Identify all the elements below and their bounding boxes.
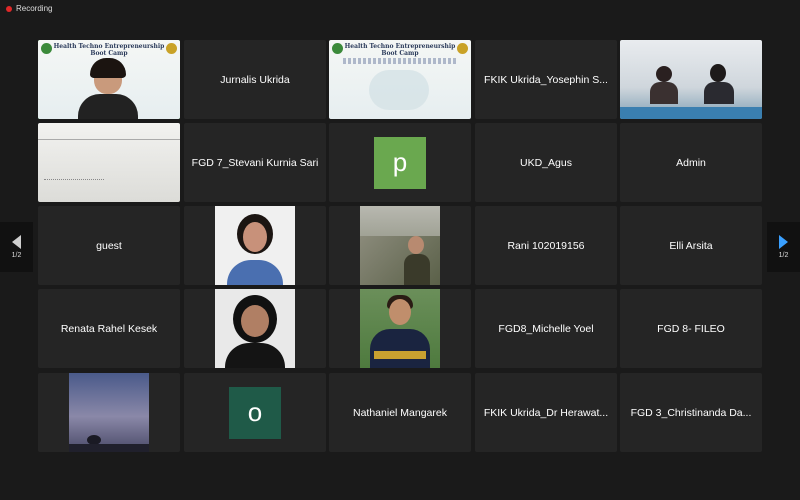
- participant-name: FKIK Ukrida_Dr Herawat...: [483, 406, 609, 419]
- participant-name: Elli Arsita: [669, 239, 713, 252]
- participant-tile-photo[interactable]: [329, 289, 471, 368]
- participant-name: FGD 8- FILEO: [657, 322, 725, 335]
- faculty-logo-icon: [457, 43, 468, 54]
- banner-subtitle-lines: [343, 58, 457, 64]
- participant-tile[interactable]: o: [184, 373, 326, 452]
- page-indicator-right: 1/2: [778, 252, 789, 259]
- banner-title: Health Techno Entrepreneurship Boot Camp: [53, 43, 165, 57]
- banner-title: Health Techno Entrepreneurship Boot Camp: [344, 43, 456, 57]
- whiteboard-writing: [44, 163, 104, 180]
- participant-tile[interactable]: Admin: [620, 123, 762, 202]
- participant-tile-photo[interactable]: [329, 206, 471, 285]
- participant-tile[interactable]: FGD 7_Stevani Kurnia Sari: [184, 123, 326, 202]
- participant-tile[interactable]: FKIK Ukrida_Dr Herawat...: [475, 373, 617, 452]
- person-right-head: [710, 64, 726, 82]
- video-tile-whiteboard[interactable]: [38, 123, 180, 202]
- profile-photo: [69, 373, 149, 452]
- participant-name: FGD8_Michelle Yoel: [498, 322, 594, 335]
- recording-label: Recording: [16, 4, 53, 13]
- recording-dot-icon: [6, 5, 12, 12]
- participant-name: Rani 102019156: [507, 239, 585, 252]
- participant-tile[interactable]: Nathaniel Mangarek: [329, 373, 471, 452]
- participant-name: Nathaniel Mangarek: [353, 406, 447, 419]
- profile-photo: [215, 206, 295, 285]
- participant-avatar: o: [229, 386, 281, 439]
- person-left-head: [656, 66, 672, 82]
- video-tile-room[interactable]: [620, 40, 762, 119]
- page-indicator-left: 1/2: [11, 252, 22, 259]
- participant-name: UKD_Agus: [520, 156, 572, 169]
- participant-name: FGD 7_Stevani Kurnia Sari: [191, 156, 319, 169]
- profile-photo: [360, 206, 440, 285]
- participant-name: Jurnalis Ukrida: [220, 73, 290, 86]
- profile-photo: [215, 289, 295, 368]
- chevron-left-icon: [12, 235, 21, 249]
- participant-tile-photo[interactable]: [38, 373, 180, 452]
- screen-share-tile[interactable]: Health Techno Entrepreneurship Boot Camp: [329, 40, 471, 119]
- profile-photo: [360, 289, 440, 368]
- participant-tile[interactable]: FGD8_Michelle Yoel: [475, 289, 617, 368]
- video-tile-speaker[interactable]: Health Techno Entrepreneurship Boot Camp: [38, 40, 180, 119]
- whiteboard-edge: [38, 139, 180, 140]
- participant-tile[interactable]: Elli Arsita: [620, 206, 762, 285]
- banner-graphic: [369, 70, 429, 110]
- participant-tile[interactable]: FGD 8- FILEO: [620, 289, 762, 368]
- participant-tile[interactable]: UKD_Agus: [475, 123, 617, 202]
- participant-tile[interactable]: p: [329, 123, 471, 202]
- participant-name: Admin: [676, 156, 706, 169]
- banner-strip: [620, 107, 762, 119]
- participant-tile[interactable]: Jurnalis Ukrida: [184, 40, 326, 119]
- speaker-body: [78, 94, 138, 119]
- presentation-banner: Health Techno Entrepreneurship Boot Camp: [329, 40, 471, 119]
- participant-avatar: p: [374, 136, 426, 189]
- faculty-logo-icon: [166, 43, 177, 54]
- next-page-button[interactable]: 1/2: [767, 222, 800, 272]
- person-right-body: [704, 82, 734, 104]
- participant-name: FKIK Ukrida_Yosephin S...: [484, 73, 608, 86]
- participant-tile[interactable]: FKIK Ukrida_Yosephin S...: [475, 40, 617, 119]
- participant-name: Renata Rahel Kesek: [60, 322, 158, 335]
- previous-page-button[interactable]: 1/2: [0, 222, 33, 272]
- person-left-body: [650, 82, 678, 104]
- university-logo-icon: [332, 43, 343, 54]
- participant-tile[interactable]: Renata Rahel Kesek: [38, 289, 180, 368]
- participant-name: FGD 3_Christinanda Da...: [630, 406, 752, 419]
- chevron-right-icon: [779, 235, 788, 249]
- recording-indicator: Recording: [6, 4, 52, 13]
- university-logo-icon: [41, 43, 52, 54]
- participant-name: guest: [96, 239, 122, 252]
- participant-gallery: Health Techno Entrepreneurship Boot Camp …: [38, 40, 762, 453]
- participant-tile-photo[interactable]: [184, 206, 326, 285]
- participant-tile[interactable]: Rani 102019156: [475, 206, 617, 285]
- participant-tile[interactable]: FGD 3_Christinanda Da...: [620, 373, 762, 452]
- participant-tile-photo[interactable]: [184, 289, 326, 368]
- participant-tile[interactable]: guest: [38, 206, 180, 285]
